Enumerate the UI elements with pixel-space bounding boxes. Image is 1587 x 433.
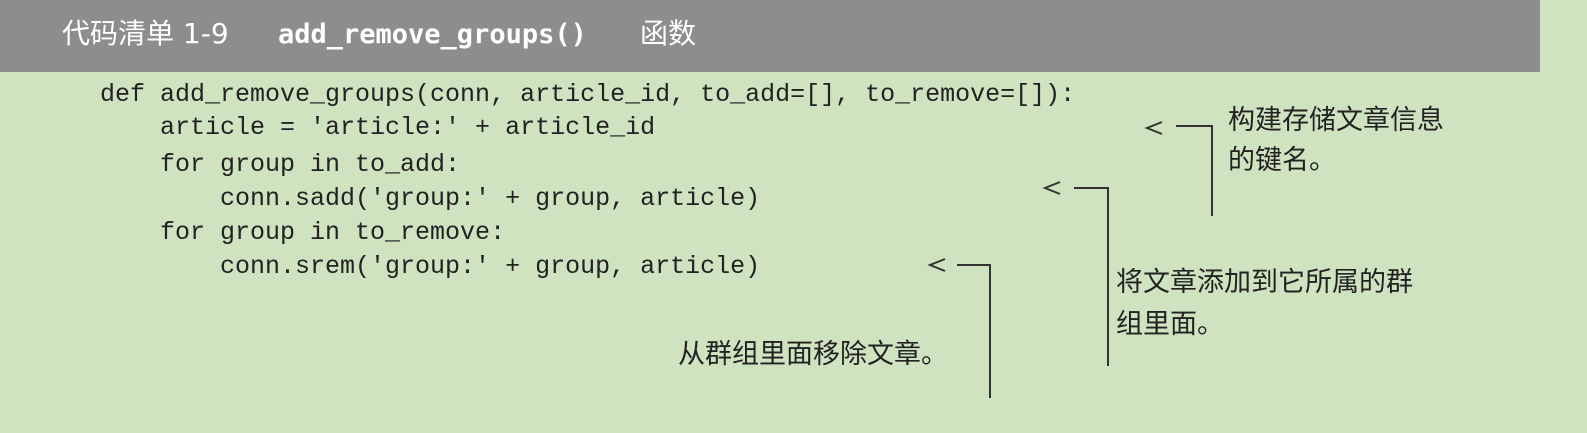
note-key-name-line1: 构建存储文章信息 <box>1228 105 1444 136</box>
callout-add-arrow <box>1042 181 1109 366</box>
note-key-name-line2: 的键名。 <box>1228 145 1336 176</box>
callout-key-name-arrow <box>1144 121 1213 216</box>
note-add-line1: 将文章添加到它所属的群 <box>1116 267 1413 298</box>
callout-remove-arrow <box>927 258 991 398</box>
note-remove-line1: 从群组里面移除文章。 <box>678 339 948 370</box>
note-add-line2: 组里面。 <box>1116 309 1224 340</box>
